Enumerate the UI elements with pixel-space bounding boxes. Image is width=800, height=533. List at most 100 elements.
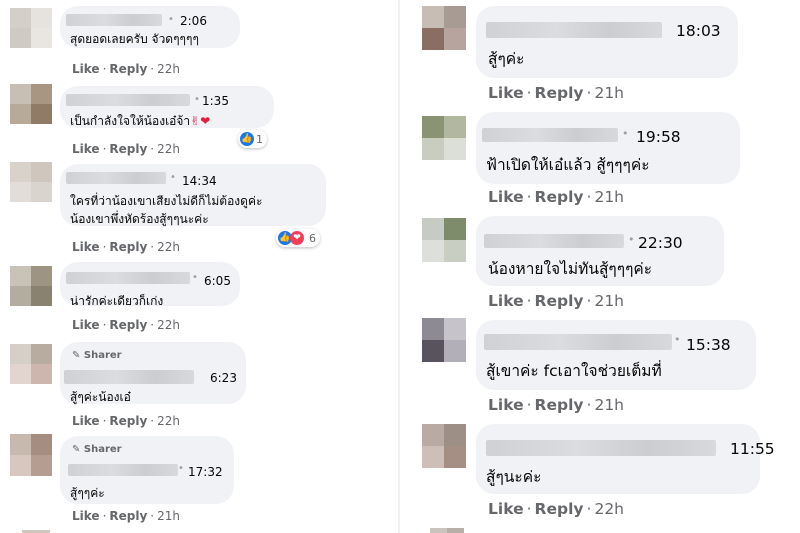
separator-dot: • (674, 333, 681, 346)
commenter-name[interactable] (66, 272, 190, 284)
like-button[interactable]: Like (72, 318, 100, 332)
avatar[interactable] (10, 162, 52, 202)
comment-time: 14:34 (182, 174, 217, 188)
avatar[interactable] (10, 84, 52, 124)
commenter-name[interactable] (66, 94, 190, 106)
avatar[interactable] (422, 318, 466, 362)
like-button[interactable]: Like (488, 188, 524, 206)
comment-age[interactable]: 22h (157, 414, 180, 428)
like-button[interactable]: Like (72, 509, 100, 523)
reply-button[interactable]: Reply (535, 500, 584, 518)
comment-age[interactable]: 21h (594, 84, 624, 102)
reaction-summary[interactable]: 👍 ❤ 6 (276, 229, 320, 247)
comment-bubble: 18:03 สู้ๆค่ะ (476, 6, 738, 78)
comment-text: ใครที่ว่าน้องเขาเสียงไม่ดีก็ไม่ต้องดูค่ะ (70, 194, 263, 208)
separator-dot: • (168, 14, 174, 25)
separator-dot: · (102, 509, 107, 523)
commenter-name[interactable] (66, 172, 166, 184)
like-button[interactable]: Like (72, 142, 100, 156)
separator-dot: · (526, 396, 532, 414)
commenter-name[interactable] (484, 234, 624, 248)
reply-button[interactable]: Reply (109, 509, 147, 523)
comment-actions: Like · Reply · 22h (72, 62, 180, 76)
comment-bubble: • 1:35 เป็นกำลังใจให้น้องเอ๋จ้า✌❤ (60, 86, 274, 128)
commenter-name[interactable] (484, 334, 672, 350)
comment: • 14:34 ใครที่ว่าน้องเขาเสียงไม่ดีก็ไม่ต… (0, 160, 398, 258)
avatar[interactable] (430, 528, 464, 533)
comment-time: 1:35 (202, 94, 229, 108)
comment-time: 22:30 (638, 234, 683, 252)
commenter-name[interactable] (68, 464, 178, 476)
comment-age[interactable]: 22h (157, 240, 180, 254)
avatar[interactable] (422, 424, 466, 468)
comment-bubble: • 6:05 น่ารักค่ะเดียวก็เก่ง (60, 262, 240, 308)
comment-age[interactable]: 21h (594, 396, 624, 414)
comment-age[interactable]: 22h (157, 318, 180, 332)
avatar[interactable] (10, 344, 52, 384)
comment-age[interactable]: 22h (157, 62, 180, 76)
comment-age[interactable]: 22h (594, 500, 624, 518)
comment: • 1:35 เป็นกำลังใจให้น้องเอ๋จ้า✌❤ 👍 1 Li… (0, 80, 398, 160)
separator-dot: · (526, 500, 532, 518)
avatar[interactable] (10, 434, 52, 476)
comment-actions: Like · Reply · 22h (72, 142, 180, 156)
commenter-name[interactable] (64, 370, 194, 384)
comment-time: 15:38 (686, 336, 731, 354)
like-button[interactable]: Like (72, 414, 100, 428)
commenter-name[interactable] (486, 440, 716, 456)
commenter-name[interactable] (66, 14, 162, 26)
avatar[interactable] (422, 218, 466, 262)
like-button[interactable]: Like (488, 500, 524, 518)
separator-dot: · (526, 84, 532, 102)
avatar[interactable] (10, 266, 52, 306)
reaction-count: 1 (256, 132, 263, 146)
comment-time: 6:23 (210, 371, 237, 385)
right-comment-column: 18:03 สู้ๆค่ะ Like · Reply · 21h • 19:58 ฟ้า… (400, 0, 800, 533)
reaction-count: 6 (309, 231, 316, 245)
comment-bubble: • 2:06 สุดยอดเลยครับ จัวดๆๆๆๆ (60, 6, 240, 48)
comment-age[interactable]: 21h (594, 188, 624, 206)
comment-actions: Like · Reply · 22h (488, 500, 624, 518)
separator-dot: · (586, 396, 592, 414)
reaction-summary[interactable]: 👍 1 (238, 130, 267, 148)
avatar[interactable] (10, 8, 52, 48)
like-button[interactable]: Like (488, 396, 524, 414)
like-button[interactable]: Like (488, 84, 524, 102)
comment-actions: Like · Reply · 22h (72, 240, 180, 254)
comment-text: สู้ๆๆค่ะ (70, 486, 105, 500)
comment-text: น้องหายใจไม่ทันสู้ๆๆๆค่ะ (488, 260, 653, 278)
commenter-name[interactable] (486, 22, 662, 38)
comment-age[interactable]: 21h (594, 292, 624, 310)
reply-button[interactable]: Reply (109, 62, 147, 76)
separator-dot: · (102, 318, 107, 332)
sharer-label: Sharer (83, 444, 122, 455)
commenter-name[interactable] (482, 128, 618, 142)
comment-bubble: 11:55 สู้ๆนะค่ะ (476, 424, 775, 494)
comment-time: 19:58 (636, 128, 681, 146)
comment-age[interactable]: 21h (157, 509, 180, 523)
reply-button[interactable]: Reply (535, 84, 584, 102)
avatar[interactable] (422, 6, 466, 50)
sharer-label: Sharer (83, 350, 122, 361)
comment-bubble: • 15:38 สู้เขาค่ะ fcเอาใจช่วยเต็มที่ (476, 320, 756, 390)
like-button[interactable]: Like (488, 292, 524, 310)
reply-button[interactable]: Reply (535, 188, 584, 206)
reply-button[interactable]: Reply (109, 142, 147, 156)
reply-button[interactable]: Reply (109, 318, 147, 332)
separator-dot: · (586, 500, 592, 518)
comment-bubble: • 22:30 น้องหายใจไม่ทันสู้ๆๆๆค่ะ (476, 216, 724, 286)
reply-button[interactable]: Reply (535, 396, 584, 414)
comment-text-body: เป็นกำลังใจให้น้องเอ๋จ้า (70, 114, 191, 128)
separator-dot: · (586, 84, 592, 102)
comment-text: สู้ๆค่ะ (488, 50, 525, 68)
separator-dot: · (586, 292, 592, 310)
reply-button[interactable]: Reply (109, 414, 147, 428)
comment-text: สู้เขาค่ะ fcเอาใจช่วยเต็มที่ (486, 362, 662, 380)
avatar[interactable] (422, 116, 466, 160)
reply-button[interactable]: Reply (109, 240, 147, 254)
reply-button[interactable]: Reply (535, 292, 584, 310)
like-button[interactable]: Like (72, 240, 100, 254)
like-button[interactable]: Like (72, 62, 100, 76)
separator-dot: · (150, 509, 155, 523)
comment-age[interactable]: 22h (157, 142, 180, 156)
